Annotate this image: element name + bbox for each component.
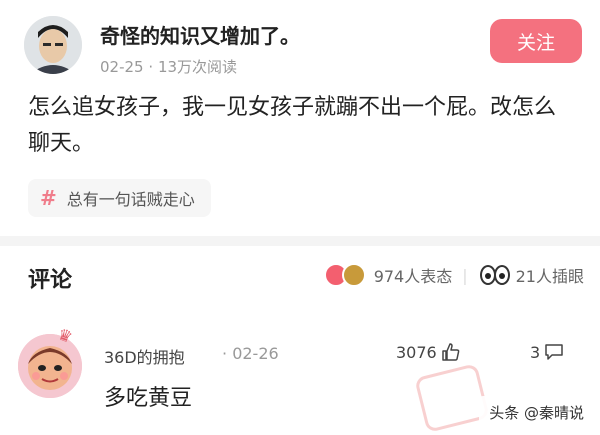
reaction-separator: | [462, 265, 468, 285]
reply-icon [545, 344, 563, 360]
post-body-text: 怎么追女孩子，我一见女孩子就蹦不出一个屁。改怎么聊天。 [28, 95, 557, 156]
reaction-summary[interactable]: 974人表态 | 21人插眼 [323, 262, 584, 288]
commenter-name[interactable]: 36D的拥抱 [104, 344, 185, 368]
reply-button[interactable]: 3 [530, 342, 564, 362]
commenter-avatar[interactable] [18, 334, 82, 398]
thumbs-up-icon [441, 343, 460, 361]
blink-count: 21人插眼 [515, 267, 584, 286]
eyes-icon [478, 263, 512, 287]
like-button[interactable]: 3076 [396, 342, 461, 362]
reaction-icons [323, 262, 368, 288]
reply-count: 3 [530, 342, 541, 362]
source-badge: 头条 @秦晴说 [479, 396, 594, 429]
post-date: 02-25 [100, 58, 144, 76]
like-count: 3076 [396, 342, 437, 362]
reaction-count: 974人表态 [373, 267, 453, 286]
comment-text: 多吃黄豆 [104, 386, 193, 411]
comments-title: 评论 [28, 268, 73, 293]
view-count: 13万次阅读 [157, 58, 238, 76]
comment-date: 02-26 [232, 344, 279, 363]
post-header: 奇怪的知识又增加了。 02-25 · 13万次阅读 关注 [18, 14, 582, 84]
comment-dot: · [222, 344, 228, 363]
comment-date-group: · 02-26 [222, 344, 279, 363]
post-meta: 02-25 · 13万次阅读 [100, 56, 237, 77]
commenter-avatar-face [18, 334, 82, 398]
salute-reaction-icon [341, 263, 366, 287]
topic-tag[interactable]: # 总有一句话贼走心 [28, 179, 211, 217]
topic-label: 总有一句话贼走心 [66, 190, 195, 209]
author-avatar[interactable] [24, 16, 82, 74]
author-name[interactable]: 奇怪的知识又增加了。 [100, 20, 300, 49]
follow-button[interactable]: 关注 [490, 19, 582, 63]
meta-dot: · [148, 58, 154, 76]
hashtag-icon: # [40, 186, 57, 210]
author-photo [24, 16, 82, 74]
section-divider [0, 236, 600, 246]
